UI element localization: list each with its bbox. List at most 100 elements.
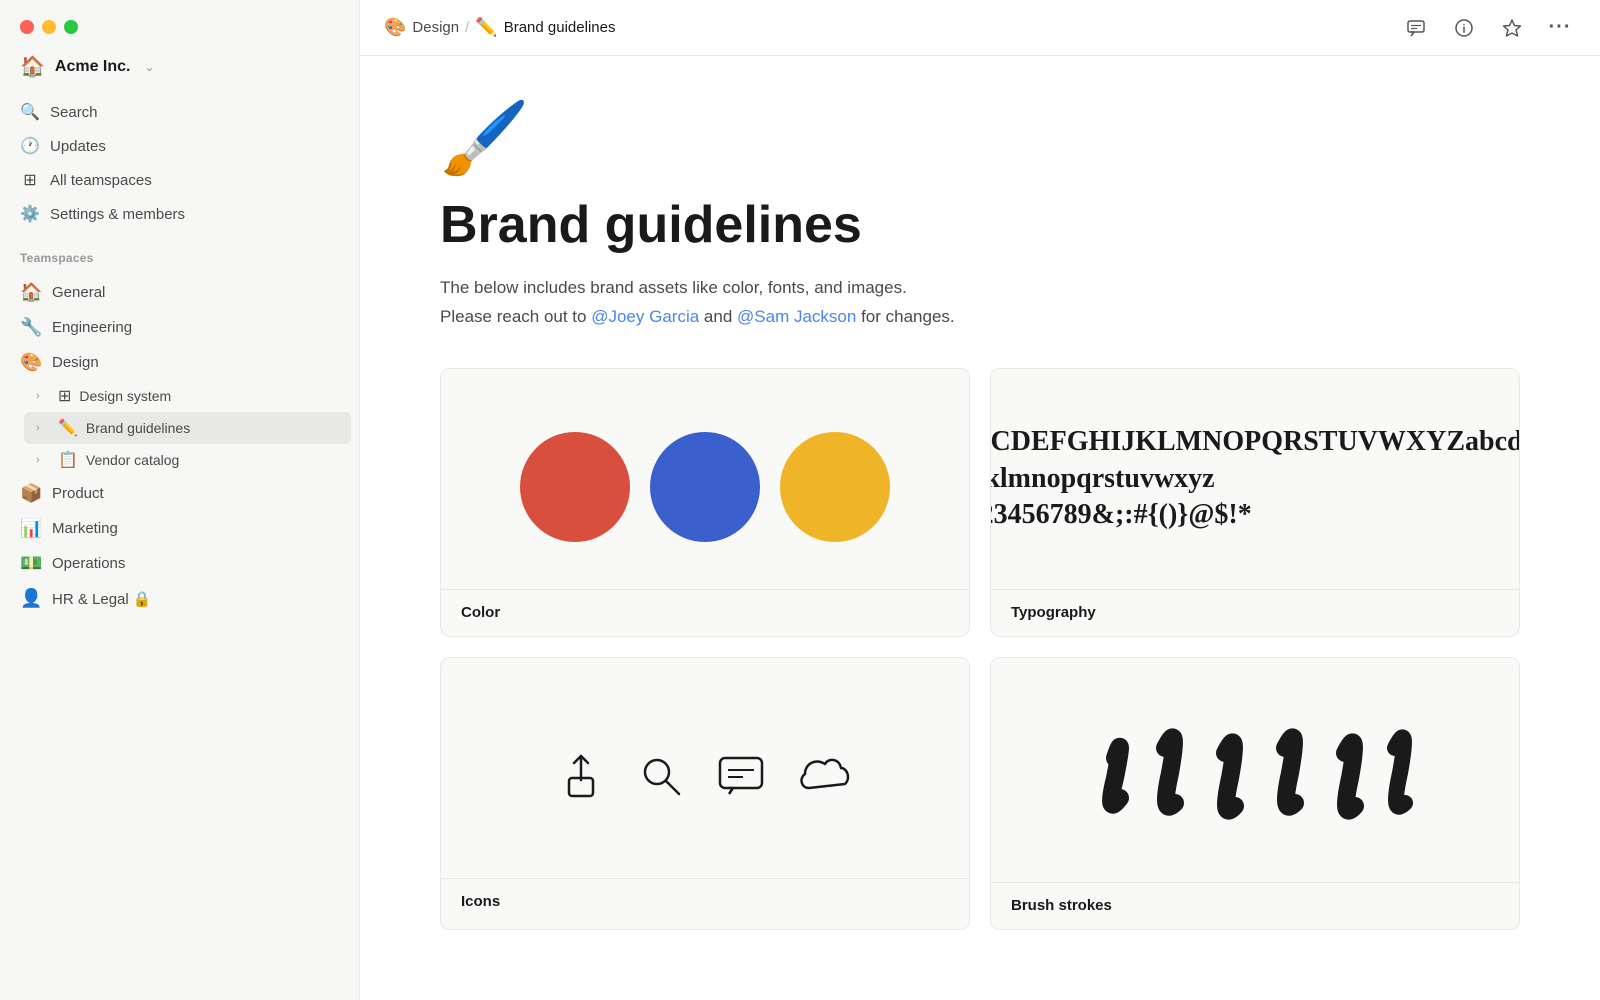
- vendor-catalog-icon: 📋: [58, 450, 78, 470]
- typography-card: ABCDEFGHIJKLMNOPQRSTUVWXYZabcdefghijklmn…: [990, 368, 1520, 637]
- page-content: 🖌️ Brand guidelines The below includes b…: [360, 56, 1600, 1000]
- sidebar-item-design-system[interactable]: › ⊞ Design system: [24, 380, 351, 412]
- sidebar-item-engineering-label: Engineering: [52, 319, 132, 336]
- color-card: Color: [440, 368, 970, 637]
- workspace-switcher[interactable]: 🏠 Acme Inc. ⌄: [0, 46, 359, 91]
- sidebar-item-settings-label: Settings & members: [50, 206, 185, 223]
- brush-card-footer: Brush strokes: [991, 882, 1519, 929]
- sidebar-item-updates-label: Updates: [50, 138, 106, 155]
- chevron-right-icon-2: ›: [36, 422, 50, 434]
- search-demo-icon: [635, 750, 687, 802]
- sidebar-item-design[interactable]: 🎨 Design: [8, 345, 351, 380]
- star-button[interactable]: [1496, 12, 1528, 44]
- sidebar-item-marketing-label: Marketing: [52, 520, 118, 537]
- sidebar-item-product[interactable]: 📦 Product: [8, 476, 351, 511]
- sidebar-item-hr-legal-label: HR & Legal 🔒: [52, 590, 152, 608]
- breadcrumb-parent-label[interactable]: Design: [412, 19, 459, 36]
- description-line1: The below includes brand assets like col…: [440, 278, 907, 297]
- icons-demo: [555, 750, 855, 802]
- color-circle-red: [520, 432, 630, 542]
- description-suffix: for changes.: [861, 307, 955, 326]
- search-icon: 🔍: [20, 102, 40, 122]
- page-description: The below includes brand assets like col…: [440, 274, 1520, 332]
- info-button[interactable]: [1448, 12, 1480, 44]
- workspace-icon: 🏠: [20, 54, 45, 79]
- sidebar-item-general-label: General: [52, 284, 105, 301]
- breadcrumb-current-icon: ✏️: [475, 17, 497, 38]
- sidebar-item-operations-label: Operations: [52, 555, 125, 572]
- typography-card-footer: Typography: [991, 589, 1519, 636]
- color-circle-blue: [650, 432, 760, 542]
- icons-card-footer: Icons: [441, 878, 969, 925]
- mention-joey[interactable]: @Joey Garcia: [591, 307, 699, 326]
- chat-icon: [715, 750, 767, 802]
- color-circle-yellow: [780, 432, 890, 542]
- share-icon: [555, 750, 607, 802]
- breadcrumb: 🎨 Design / ✏️ Brand guidelines: [384, 17, 615, 38]
- sidebar-item-vendor-catalog[interactable]: › 📋 Vendor catalog: [24, 444, 351, 476]
- teamspaces-section-label: Teamspaces: [0, 235, 359, 271]
- sidebar-item-search[interactable]: 🔍 Search: [8, 95, 351, 129]
- color-card-label: Color: [461, 604, 500, 621]
- typography-sample: ABCDEFGHIJKLMNOPQRSTUVWXYZabcdefghijklmn…: [990, 424, 1520, 533]
- workspace-name: Acme Inc.: [55, 58, 131, 76]
- traffic-light-close[interactable]: [20, 20, 34, 34]
- mention-sam[interactable]: @Sam Jackson: [737, 307, 856, 326]
- more-button[interactable]: ···: [1544, 12, 1576, 44]
- product-icon: 📦: [20, 483, 42, 504]
- comment-button[interactable]: [1400, 12, 1432, 44]
- sidebar-item-operations[interactable]: 💵 Operations: [8, 546, 351, 581]
- operations-icon: 💵: [20, 553, 42, 574]
- sidebar-item-search-label: Search: [50, 104, 98, 121]
- sidebar-item-product-label: Product: [52, 485, 104, 502]
- traffic-light-maximize[interactable]: [64, 20, 78, 34]
- icons-card: Icons: [440, 657, 970, 930]
- sidebar-item-design-system-label: Design system: [79, 388, 171, 404]
- typography-card-label: Typography: [1011, 604, 1096, 621]
- workspace-chevron-icon: ⌄: [145, 60, 155, 74]
- color-card-body: [441, 369, 969, 589]
- grid-icon: ⊞: [20, 170, 40, 190]
- chevron-right-icon-3: ›: [36, 454, 50, 466]
- brush-card-label: Brush strokes: [1011, 897, 1112, 914]
- sidebar-item-design-label: Design: [52, 354, 99, 371]
- page-emoji: 🖌️: [440, 96, 1520, 181]
- breadcrumb-current-label: Brand guidelines: [504, 19, 616, 36]
- topbar-actions: ···: [1400, 12, 1576, 44]
- icons-card-label: Icons: [461, 893, 500, 910]
- color-circles: [520, 432, 890, 542]
- page-title: Brand guidelines: [440, 197, 1520, 254]
- sidebar-item-vendor-catalog-label: Vendor catalog: [86, 452, 179, 468]
- teamspaces-list: 🏠 General 🔧 Engineering 🎨 Design › ⊞ Des…: [0, 271, 359, 620]
- description-reach: Please reach out to: [440, 307, 586, 326]
- sidebar-item-general[interactable]: 🏠 General: [8, 275, 351, 310]
- traffic-lights: [0, 0, 359, 46]
- sidebar-item-engineering[interactable]: 🔧 Engineering: [8, 310, 351, 345]
- traffic-light-minimize[interactable]: [42, 20, 56, 34]
- design-icon: 🎨: [20, 352, 42, 373]
- sidebar-item-brand-guidelines-label: Brand guidelines: [86, 420, 190, 436]
- clock-icon: 🕐: [20, 136, 40, 156]
- design-system-icon: ⊞: [58, 386, 71, 406]
- sidebar-item-marketing[interactable]: 📊 Marketing: [8, 511, 351, 546]
- description-and: and: [704, 307, 732, 326]
- brush-strokes-svg: [1085, 698, 1425, 858]
- engineering-icon: 🔧: [20, 317, 42, 338]
- breadcrumb-parent-icon: 🎨: [384, 17, 406, 38]
- sidebar-item-updates[interactable]: 🕐 Updates: [8, 129, 351, 163]
- sidebar-item-settings[interactable]: ⚙️ Settings & members: [8, 197, 351, 231]
- general-icon: 🏠: [20, 282, 42, 303]
- cards-grid: Color ABCDEFGHIJKLMNOPQRSTUVWXYZabcdefgh…: [440, 368, 1520, 930]
- main-content: 🎨 Design / ✏️ Brand guidelines: [360, 0, 1600, 1000]
- topbar: 🎨 Design / ✏️ Brand guidelines: [360, 0, 1600, 56]
- color-card-footer: Color: [441, 589, 969, 636]
- sidebar-item-brand-guidelines[interactable]: › ✏️ Brand guidelines: [24, 412, 351, 444]
- sidebar-nav: 🔍 Search 🕐 Updates ⊞ All teamspaces ⚙️ S…: [0, 91, 359, 235]
- sidebar-item-teamspaces[interactable]: ⊞ All teamspaces: [8, 163, 351, 197]
- breadcrumb-separator: /: [465, 19, 469, 36]
- sidebar: 🏠 Acme Inc. ⌄ 🔍 Search 🕐 Updates ⊞ All t…: [0, 0, 360, 1000]
- typography-card-body: ABCDEFGHIJKLMNOPQRSTUVWXYZabcdefghijklmn…: [991, 369, 1519, 589]
- gear-icon: ⚙️: [20, 204, 40, 224]
- cloud-icon: [795, 750, 855, 802]
- sidebar-item-hr-legal[interactable]: 👤 HR & Legal 🔒: [8, 581, 351, 616]
